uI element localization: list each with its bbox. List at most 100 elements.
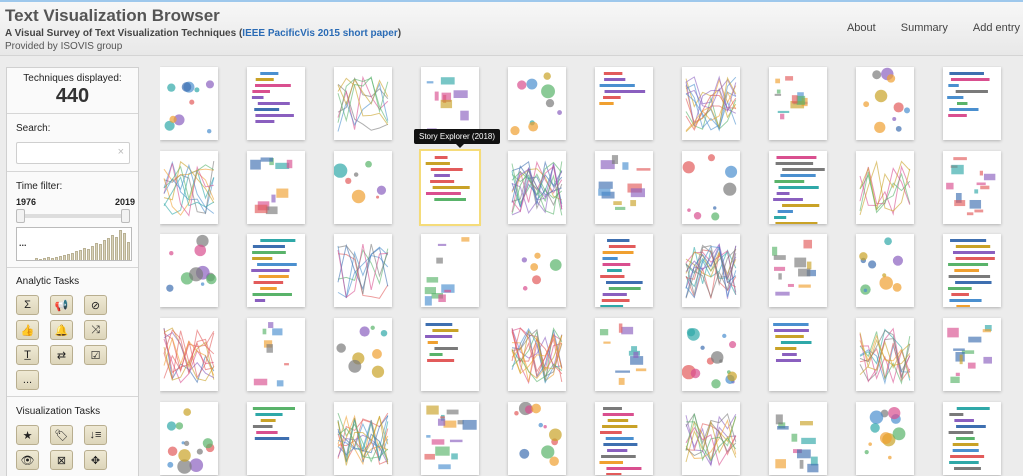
- technique-thumbnail[interactable]: [943, 151, 1001, 224]
- technique-thumbnail[interactable]: [334, 402, 392, 475]
- technique-thumbnail[interactable]: [682, 151, 740, 224]
- analytic-task-button-thumbs-up-icon[interactable]: 👍: [16, 320, 39, 340]
- technique-thumbnail[interactable]: [595, 402, 653, 475]
- technique-thumbnail[interactable]: [595, 67, 653, 140]
- analytic-tasks-section: Analytic Tasks Σ 📢 ⊘ 👍 🔔 ⤨ T̲ ⇄ ☑...: [7, 268, 138, 397]
- technique-thumbnail[interactable]: [421, 402, 479, 475]
- technique-thumbnail[interactable]: [682, 67, 740, 140]
- technique-thumbnail[interactable]: [595, 234, 653, 307]
- technique-thumbnail[interactable]: [682, 234, 740, 307]
- technique-thumbnail[interactable]: [943, 318, 1001, 391]
- technique-thumbnail[interactable]: [508, 318, 566, 391]
- slider-handle-min[interactable]: [16, 209, 25, 223]
- visualization-task-button-tags-icon[interactable]: 🏷: [50, 425, 73, 445]
- thumbnail-mark: [206, 128, 212, 134]
- search-input[interactable]: [17, 143, 113, 163]
- technique-thumbnail[interactable]: [160, 318, 218, 391]
- visualization-task-buttons: ★ 🏷 ↓≡ 👁 ⊠ ✥: [16, 425, 138, 470]
- thumbnail-mark: [510, 125, 520, 136]
- slider-handle-max[interactable]: [121, 209, 130, 223]
- technique-thumbnail[interactable]: [334, 151, 392, 224]
- technique-thumbnail[interactable]: [943, 67, 1001, 140]
- nav-about[interactable]: About: [847, 22, 876, 34]
- time-slider[interactable]: [16, 209, 130, 223]
- technique-thumbnail[interactable]: [856, 151, 914, 224]
- technique-thumbnail[interactable]: [247, 234, 305, 307]
- thumbnail-mark: [780, 174, 816, 177]
- technique-thumbnail[interactable]: [682, 402, 740, 475]
- technique-thumbnail[interactable]: [160, 67, 218, 140]
- technique-thumbnail[interactable]: [247, 402, 305, 475]
- histogram-bar: [103, 240, 106, 260]
- thumbnail-mark: [205, 80, 214, 89]
- analytic-task-button-more-icon[interactable]: ...: [16, 370, 39, 390]
- analytic-task-button-check-square-icon[interactable]: ☑: [84, 345, 107, 365]
- thumbnail-mark: [254, 204, 268, 214]
- technique-thumbnail[interactable]: [421, 151, 479, 224]
- technique-thumbnail[interactable]: [421, 234, 479, 307]
- technique-thumbnail[interactable]: [160, 234, 218, 307]
- visualization-task-button-filter-icon[interactable]: ⊠: [50, 450, 73, 470]
- technique-thumbnail[interactable]: [508, 402, 566, 475]
- technique-thumbnail[interactable]: [856, 402, 914, 475]
- thumbnail-mark: [983, 173, 996, 181]
- technique-thumbnail[interactable]: [943, 234, 1001, 307]
- thumbnail-mark: [955, 245, 991, 248]
- technique-thumbnail[interactable]: [769, 151, 827, 224]
- technique-thumbnail[interactable]: [160, 402, 218, 475]
- visualization-task-button-sort-icon[interactable]: ↓≡: [84, 425, 107, 445]
- analytic-task-button-megaphone-icon[interactable]: 📢: [50, 295, 73, 315]
- thumbnail-mark: [605, 437, 634, 440]
- thumbnail-mark: [169, 251, 174, 256]
- visualization-task-button-move-icon[interactable]: ✥: [84, 450, 107, 470]
- technique-thumbnail[interactable]: [595, 151, 653, 224]
- technique-thumbnail[interactable]: [595, 318, 653, 391]
- analytic-task-button-compass-icon[interactable]: ⊘: [84, 295, 107, 315]
- technique-thumbnail[interactable]: [769, 318, 827, 391]
- analytic-task-button-shuffle-icon[interactable]: ⤨: [84, 320, 107, 340]
- thumbnail-mark: [437, 243, 447, 246]
- technique-thumbnail[interactable]: [682, 318, 740, 391]
- thumbnail-mark: [334, 163, 348, 178]
- technique-thumbnail[interactable]: [247, 318, 305, 391]
- analytic-task-button-retweet-icon[interactable]: ⇄: [50, 345, 73, 365]
- visualization-task-button-star-icon[interactable]: ★: [16, 425, 39, 445]
- thumbnail-mark: [948, 84, 959, 87]
- analytic-task-button-text-underline-icon[interactable]: T̲: [16, 345, 39, 365]
- thumbnail-mark: [859, 252, 868, 261]
- thumbnail-mark: [602, 251, 634, 254]
- nav-summary[interactable]: Summary: [901, 22, 948, 34]
- thumbnail-mark: [893, 102, 904, 113]
- thumbnail-image: [163, 160, 215, 217]
- technique-thumbnail[interactable]: [856, 318, 914, 391]
- technique-thumbnail[interactable]: [508, 67, 566, 140]
- analytic-task-button-summarization-icon[interactable]: Σ: [16, 295, 39, 315]
- thumbnail-mark: [251, 269, 290, 272]
- paper-link[interactable]: IEEE PacificVis 2015 short paper: [242, 28, 397, 39]
- technique-thumbnail[interactable]: [247, 67, 305, 140]
- technique-thumbnail[interactable]: [856, 67, 914, 140]
- analytic-task-button-bell-icon[interactable]: 🔔: [50, 320, 73, 340]
- technique-thumbnail[interactable]: [943, 402, 1001, 475]
- thumbnail-image: [163, 327, 215, 384]
- nav-add-entry[interactable]: Add entry: [973, 22, 1020, 34]
- clear-icon[interactable]: ×: [118, 146, 124, 158]
- visualization-task-button-eye-icon[interactable]: 👁: [16, 450, 39, 470]
- thumbnail-mark: [425, 162, 450, 165]
- thumbnail-mark: [255, 120, 275, 123]
- technique-thumbnail[interactable]: [334, 67, 392, 140]
- thumbnail-mark: [613, 201, 622, 206]
- technique-thumbnail[interactable]: [421, 318, 479, 391]
- thumbnail-mark: [879, 276, 893, 290]
- technique-thumbnail[interactable]: [856, 234, 914, 307]
- histogram-bar: [83, 248, 86, 260]
- technique-thumbnail[interactable]: [508, 151, 566, 224]
- technique-thumbnail[interactable]: [334, 234, 392, 307]
- technique-thumbnail[interactable]: [769, 402, 827, 475]
- technique-thumbnail[interactable]: [334, 318, 392, 391]
- technique-thumbnail[interactable]: [769, 234, 827, 307]
- technique-thumbnail[interactable]: [247, 151, 305, 224]
- technique-thumbnail[interactable]: [508, 234, 566, 307]
- technique-thumbnail[interactable]: [160, 151, 218, 224]
- technique-thumbnail[interactable]: [769, 67, 827, 140]
